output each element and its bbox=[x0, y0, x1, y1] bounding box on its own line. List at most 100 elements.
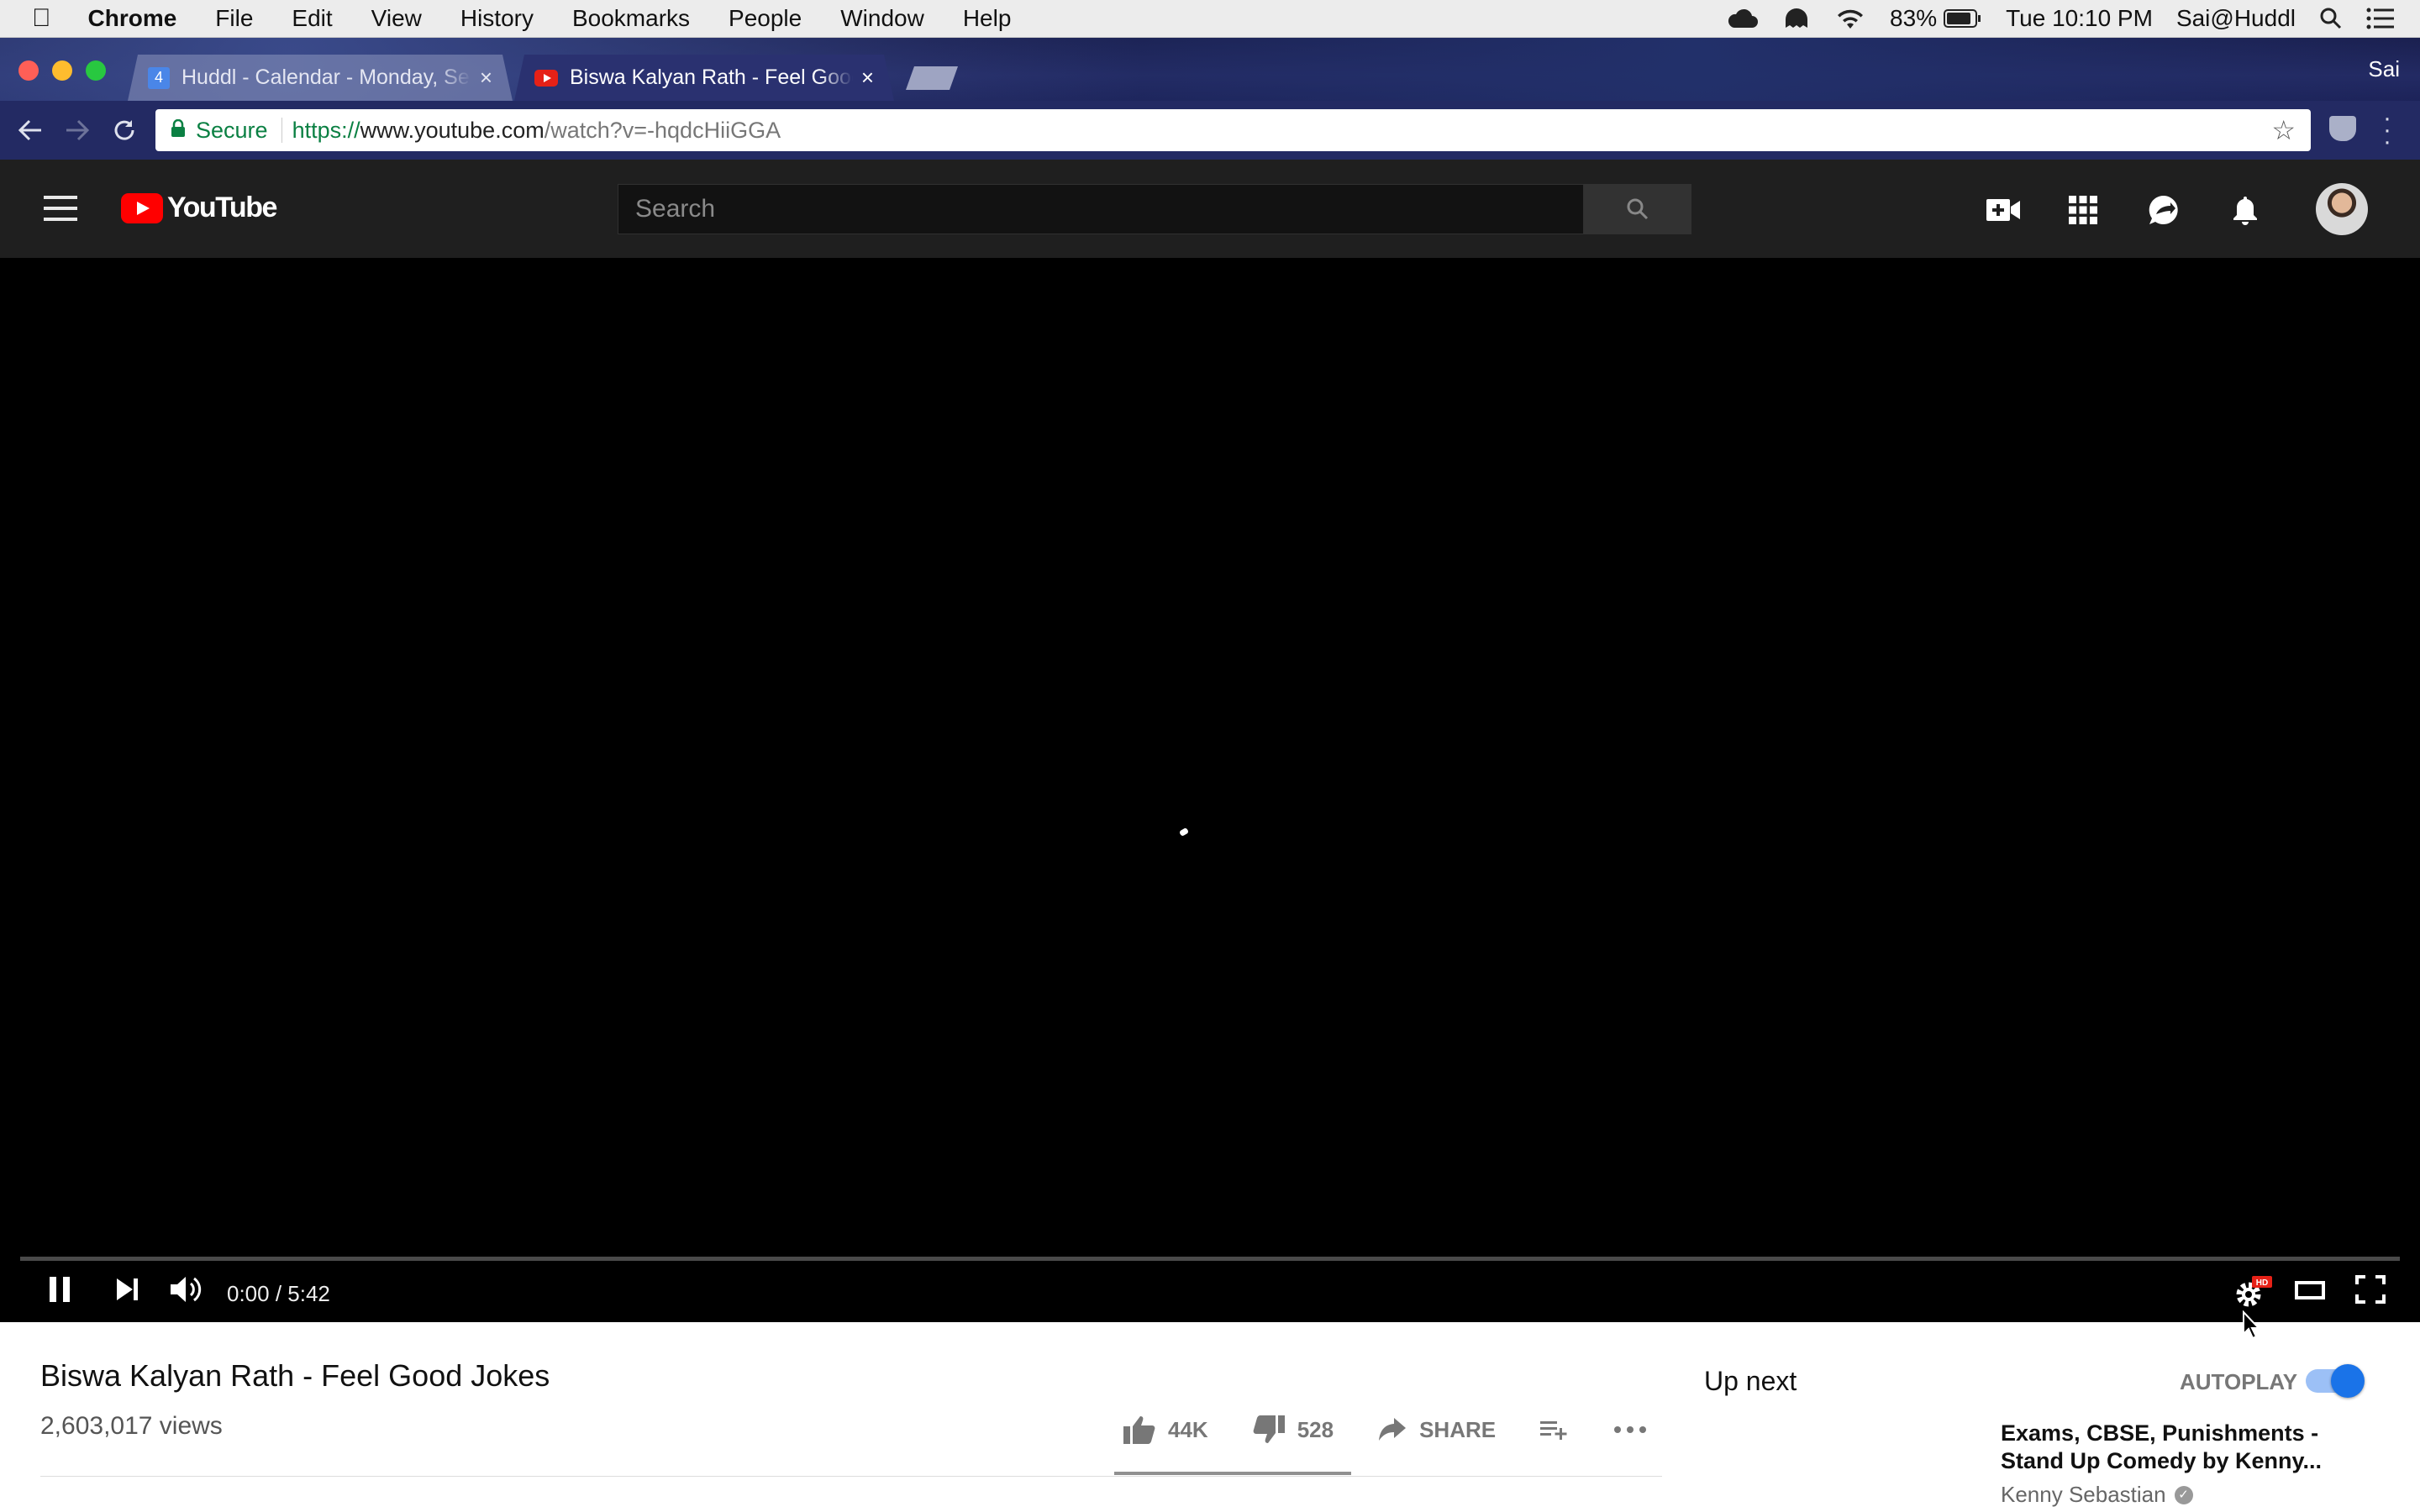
dislike-button[interactable]: 528 bbox=[1252, 1415, 1334, 1445]
messages-icon[interactable] bbox=[2145, 192, 2182, 228]
tab-close-icon[interactable]: × bbox=[861, 65, 874, 91]
spotlight-search-icon[interactable] bbox=[2319, 7, 2343, 30]
autoplay-label: AUTOPLAY bbox=[2180, 1369, 2298, 1394]
youtube-logo[interactable]: YouTube bbox=[121, 192, 277, 224]
tab-close-icon[interactable]: × bbox=[480, 65, 492, 91]
channel-name: Kenny Sebastian bbox=[2001, 1482, 2166, 1507]
menu-history[interactable]: History bbox=[460, 5, 534, 32]
next-video-icon[interactable] bbox=[113, 1274, 141, 1305]
user-name[interactable]: Sai@Huddl bbox=[2176, 5, 2296, 32]
thumbs-up-icon bbox=[1123, 1416, 1155, 1444]
pause-icon[interactable] bbox=[45, 1274, 74, 1305]
volume-icon[interactable] bbox=[168, 1274, 205, 1305]
chrome-menu-icon[interactable]: · · · bbox=[2383, 106, 2391, 155]
search-icon bbox=[1627, 198, 1649, 220]
tab-title: Biswa Kalyan Rath - Feel Good Jokes bbox=[570, 66, 851, 89]
hd-badge: HD bbox=[2256, 1278, 2268, 1288]
toggle-knob bbox=[2331, 1364, 2365, 1398]
wifi-icon[interactable] bbox=[1834, 7, 1866, 30]
theater-mode-icon[interactable] bbox=[2294, 1274, 2326, 1305]
loading-spinner-icon bbox=[1178, 827, 1190, 837]
fullscreen-icon[interactable] bbox=[2354, 1274, 2386, 1305]
url-scheme: https:// bbox=[292, 117, 360, 143]
time-display: 0:00 / 5:42 bbox=[227, 1281, 330, 1306]
tab-title: Huddl - Calendar - Monday, Se bbox=[182, 66, 470, 89]
youtube-icon bbox=[534, 70, 558, 87]
avatar[interactable] bbox=[2316, 183, 2368, 235]
player-controls: 0:00 / 5:42 HD bbox=[0, 1263, 2420, 1321]
like-button[interactable]: 44K bbox=[1123, 1415, 1208, 1445]
video-progress-bar[interactable] bbox=[20, 1257, 2400, 1261]
new-tab-button[interactable] bbox=[906, 66, 958, 90]
next-video-channel[interactable]: Kenny Sebastian ✓ bbox=[2001, 1482, 2193, 1508]
youtube-play-logo-icon bbox=[121, 192, 163, 223]
back-arrow-icon[interactable] bbox=[13, 113, 47, 147]
youtube-wordmark: YouTube bbox=[167, 192, 277, 223]
video-actions: 44K 528 SHARE bbox=[1123, 1415, 1691, 1445]
calendar-icon: 4 bbox=[148, 67, 170, 89]
notifications-bell-icon[interactable] bbox=[2227, 192, 2264, 228]
omnibox-divider bbox=[281, 118, 282, 143]
search-button[interactable] bbox=[1584, 184, 1691, 234]
tab-youtube-video[interactable]: Biswa Kalyan Rath - Feel Good Jokes × bbox=[514, 55, 894, 101]
status-area: 83% Tue 10:10 PM Sai@Huddl bbox=[1703, 5, 2420, 32]
profile-button[interactable]: Sai bbox=[2368, 56, 2400, 82]
share-arrow-icon bbox=[1379, 1418, 1407, 1441]
more-actions-button[interactable] bbox=[1613, 1425, 1647, 1435]
secure-label[interactable]: Secure bbox=[196, 118, 268, 144]
search-input[interactable] bbox=[618, 184, 1584, 234]
address-bar[interactable]: Secure https:// www.youtube.com /watch?v… bbox=[155, 109, 2311, 151]
reload-icon[interactable] bbox=[108, 113, 141, 147]
like-count: 44K bbox=[1168, 1416, 1208, 1442]
dislike-count: 528 bbox=[1297, 1416, 1334, 1442]
apps-grid-icon[interactable] bbox=[2065, 192, 2102, 228]
guide-menu-icon[interactable] bbox=[44, 196, 77, 228]
autoplay-toggle[interactable] bbox=[2306, 1364, 2365, 1398]
menu-app-name[interactable]: Chrome bbox=[88, 5, 177, 32]
more-horizontal-icon bbox=[1614, 1426, 1647, 1433]
battery-percent[interactable]: 83% bbox=[1890, 5, 1937, 32]
video-player[interactable] bbox=[0, 258, 2420, 1340]
url-path: /watch?v=-hqdcHiiGGA bbox=[544, 117, 781, 143]
add-to-playlist-button[interactable] bbox=[1539, 1417, 1570, 1442]
menu-view[interactable]: View bbox=[371, 5, 422, 32]
thumbs-down-icon bbox=[1253, 1415, 1285, 1443]
notification-center-icon[interactable] bbox=[2366, 8, 2395, 29]
menu-window[interactable]: Window bbox=[840, 5, 924, 32]
verified-check-icon: ✓ bbox=[2174, 1485, 2193, 1504]
url-host: www.youtube.com bbox=[360, 117, 544, 143]
youtube-masthead: YouTube bbox=[0, 160, 2420, 258]
menu-file[interactable]: File bbox=[215, 5, 253, 32]
ghost-icon[interactable] bbox=[1782, 6, 1811, 31]
window-close-button[interactable] bbox=[18, 60, 39, 81]
settings-gear-icon[interactable]: HD bbox=[2232, 1274, 2274, 1310]
menu-people[interactable]: People bbox=[729, 5, 802, 32]
like-ratio-bar bbox=[1114, 1472, 1351, 1475]
menu-help[interactable]: Help bbox=[963, 5, 1012, 32]
cloud-icon[interactable] bbox=[1727, 8, 1759, 29]
up-next-heading: Up next bbox=[1704, 1366, 1797, 1396]
video-title: Biswa Kalyan Rath - Feel Good Jokes bbox=[40, 1358, 550, 1393]
window-minimize-button[interactable] bbox=[52, 60, 72, 81]
forward-arrow-icon[interactable] bbox=[60, 113, 94, 147]
battery-icon[interactable] bbox=[1944, 9, 1982, 28]
apple-menu-icon[interactable]:  bbox=[32, 4, 51, 33]
share-button[interactable]: SHARE bbox=[1377, 1417, 1496, 1443]
lock-icon[interactable] bbox=[171, 118, 186, 144]
menu-edit[interactable]: Edit bbox=[292, 5, 332, 32]
window-maximize-button[interactable] bbox=[86, 60, 106, 81]
bookmark-star-icon[interactable]: ☆ bbox=[2271, 114, 2296, 146]
browser-toolbar: Secure https:// www.youtube.com /watch?v… bbox=[0, 101, 2420, 160]
next-video-title[interactable]: Exams, CBSE, Punishments - Stand Up Come… bbox=[2001, 1420, 2337, 1475]
playlist-add-icon bbox=[1540, 1421, 1567, 1440]
share-label: SHARE bbox=[1419, 1416, 1497, 1442]
create-video-icon[interactable] bbox=[1985, 192, 2022, 228]
tab-huddl-calendar[interactable]: 4 Huddl - Calendar - Monday, Se × bbox=[128, 55, 513, 101]
menu-bookmarks[interactable]: Bookmarks bbox=[572, 5, 690, 32]
browser-tab-strip: 4 Huddl - Calendar - Monday, Se × Biswa … bbox=[0, 38, 2420, 101]
macos-menu-bar:  Chrome File Edit View History Bookmark… bbox=[0, 0, 2420, 38]
clock[interactable]: Tue 10:10 PM bbox=[2006, 5, 2153, 32]
info-divider bbox=[40, 1476, 1662, 1477]
pocket-extension-icon[interactable] bbox=[2329, 116, 2356, 141]
view-count: 2,603,017 views bbox=[40, 1412, 223, 1440]
